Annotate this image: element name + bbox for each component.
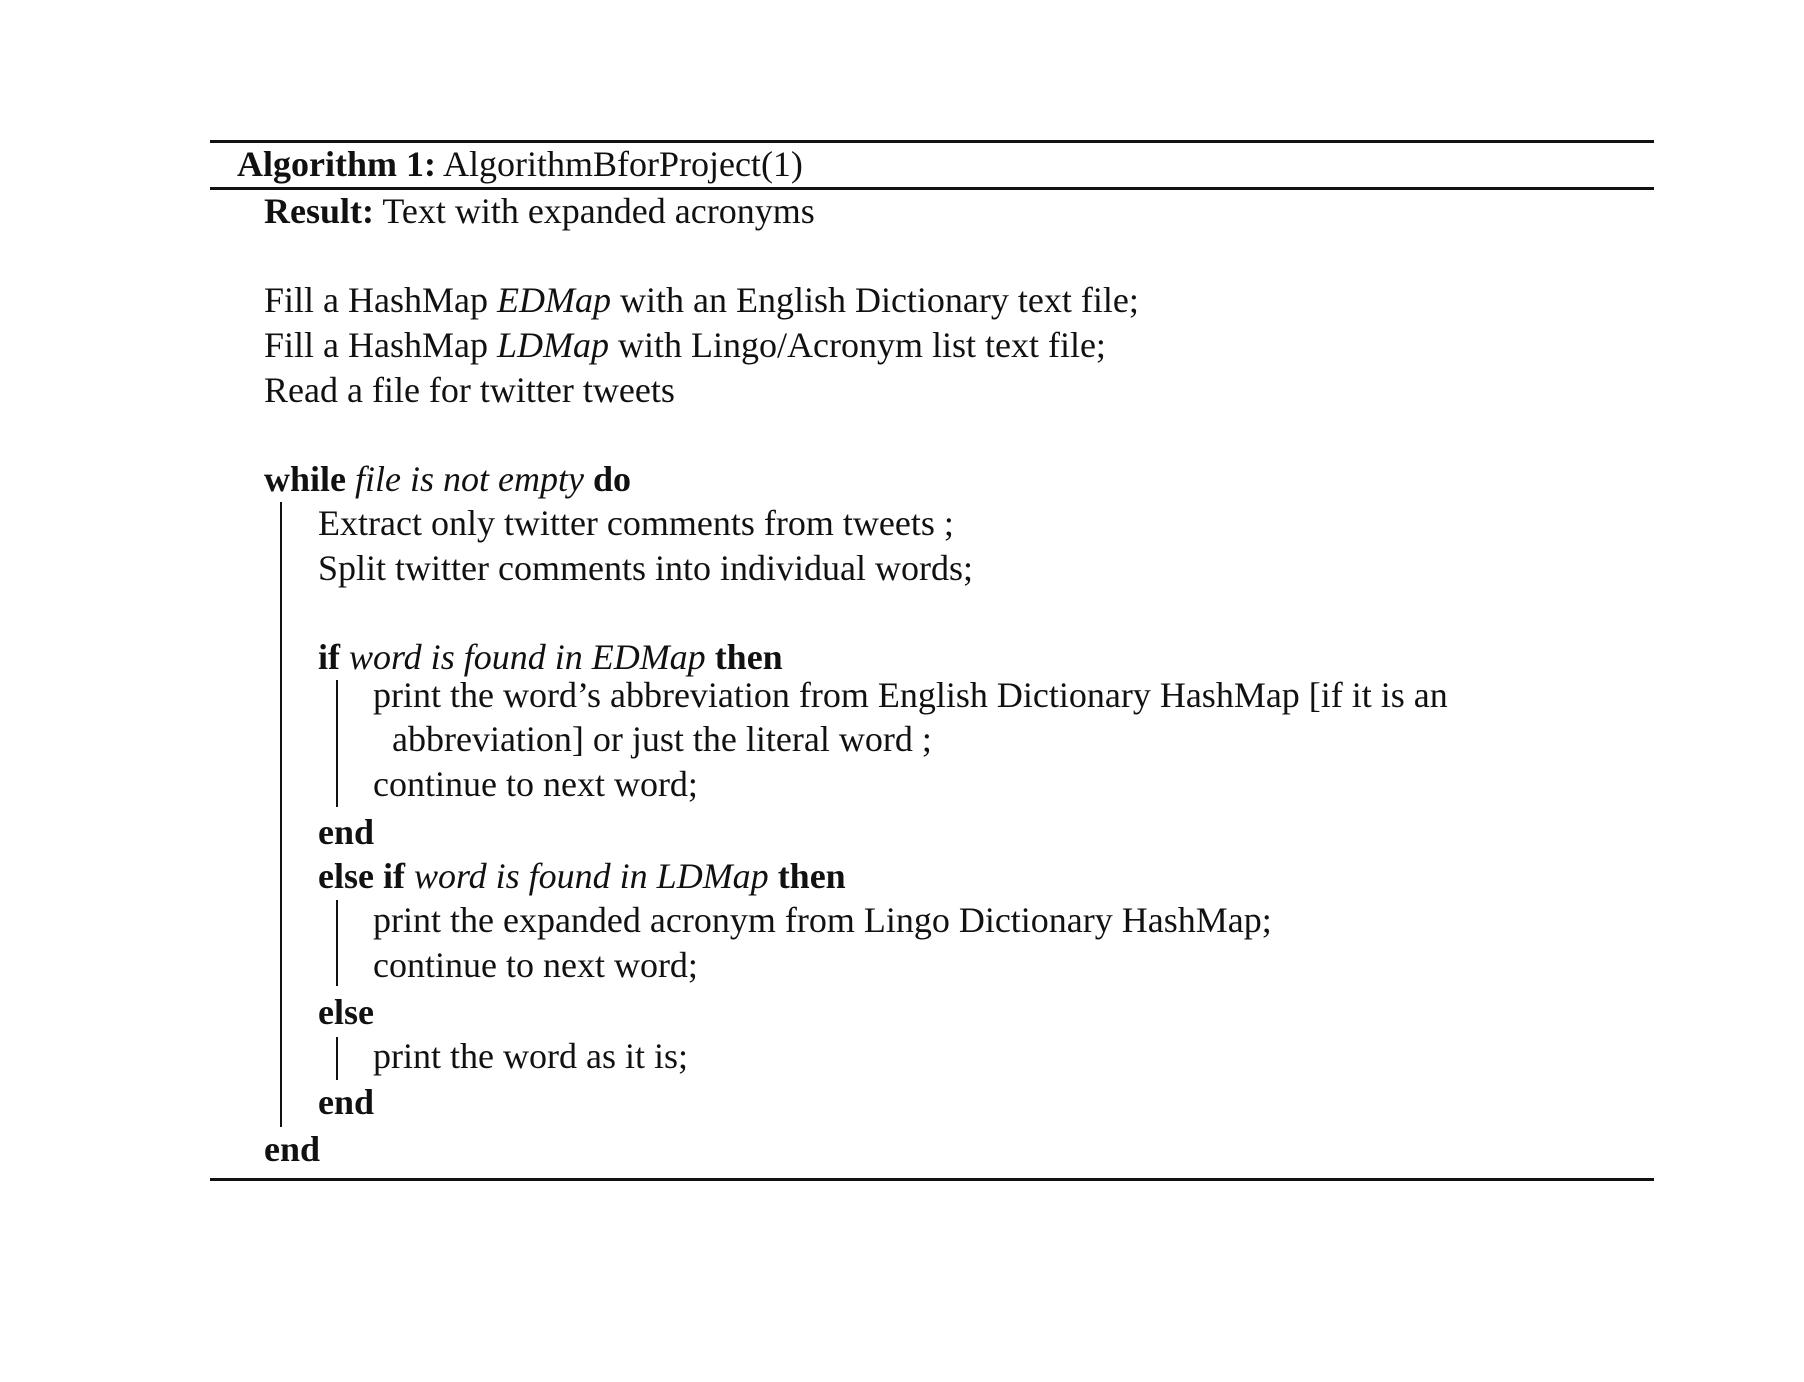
else-keyword: else <box>318 992 374 1032</box>
algorithm-name: AlgorithmBforProject(1) <box>442 144 803 184</box>
variable-ldmap: LDMap <box>496 325 609 365</box>
while-condition: file is not empty <box>355 459 584 499</box>
do-keyword: do <box>592 459 632 499</box>
elseif-body-line-1: print the expanded acronym from Lingo Di… <box>373 900 1272 940</box>
while-end-keyword: end <box>264 1129 321 1169</box>
elseif-condition: word is found in LDMap <box>413 856 769 896</box>
if-keyword: if <box>318 637 340 677</box>
if-end-keyword: end <box>318 812 375 852</box>
result-line: Result: Text with expanded acronyms <box>264 189 815 233</box>
elseif-body-line-2: continue to next word; <box>373 945 698 985</box>
elseif-body-bar <box>336 900 338 986</box>
while-line: while file is not empty do <box>264 457 631 501</box>
while-keyword: while <box>264 459 347 499</box>
algorithm-caption: Algorithm 1: AlgorithmBforProject(1) <box>237 142 803 186</box>
elseif-keyword: else if <box>318 856 405 896</box>
if-body-line-1: print the word’s abbreviation from Engli… <box>373 675 1448 715</box>
result-text: Text with expanded acronyms <box>382 191 815 231</box>
while-body-bar <box>280 502 282 1127</box>
bottom-rule <box>210 1178 1654 1181</box>
algorithm-label: Algorithm 1: <box>237 144 436 184</box>
elseif-then-keyword: then <box>777 856 846 896</box>
variable-edmap: EDMap <box>496 280 611 320</box>
setup-line-3: Read a file for twitter tweets <box>264 370 675 410</box>
elseif-line: else if word is found in LDMap then <box>318 854 846 898</box>
else-end-keyword: end <box>318 1082 375 1122</box>
then-keyword: then <box>714 637 783 677</box>
if-body-line-1-cont: abbreviation] or just the literal word ; <box>392 719 932 759</box>
while-body-line-2: Split twitter comments into individual w… <box>318 548 973 588</box>
setup-line-2: Fill a HashMap LDMap with Lingo/Acronym … <box>264 325 1106 365</box>
else-body-bar <box>336 1037 338 1080</box>
if-condition: word is found in EDMap <box>349 637 706 677</box>
result-label: Result: <box>264 191 374 231</box>
while-body-line-1: Extract only twitter comments from tweet… <box>318 503 954 543</box>
else-body-line-1: print the word as it is; <box>373 1036 688 1076</box>
setup-line-1: Fill a HashMap EDMap with an English Dic… <box>264 280 1139 320</box>
if-body-bar <box>336 680 338 807</box>
if-body-line-2: continue to next word; <box>373 764 698 804</box>
